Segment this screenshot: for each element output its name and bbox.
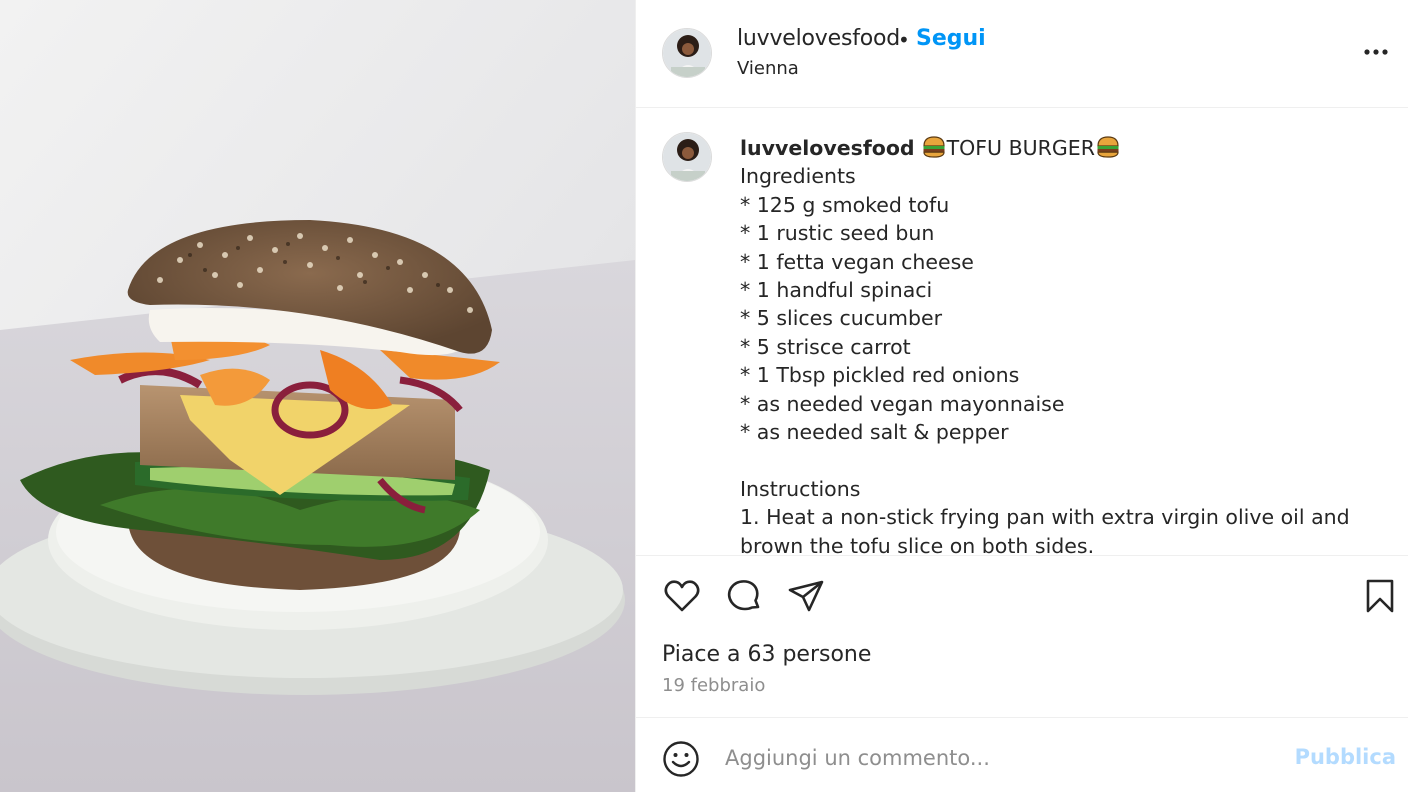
tofu-burger-photo	[0, 0, 635, 792]
caption-line: * 5 slices cucumber	[740, 306, 943, 331]
caption-line: Instructions	[740, 476, 861, 501]
follow-button[interactable]: Segui	[916, 26, 986, 51]
heart-icon[interactable]	[662, 576, 702, 616]
avatar-image	[663, 133, 711, 181]
caption-line: Ingredients	[740, 164, 856, 189]
caption-line: * 1 rustic seed bun	[740, 221, 935, 246]
caption-avatar[interactable]	[662, 132, 712, 182]
share-icon[interactable]	[786, 576, 826, 616]
burger-emoji-icon	[1096, 136, 1120, 158]
caption-line: * as needed salt & pepper	[740, 420, 1009, 445]
publish-button[interactable]: Pubblica	[1295, 745, 1396, 769]
avatar[interactable]	[662, 28, 712, 78]
caption-line: * 125 g smoked tofu	[740, 192, 950, 217]
post-header: luvvelovesfood • Segui Vienna	[636, 0, 1408, 108]
post-image[interactable]	[0, 0, 635, 792]
emoji-icon[interactable]	[662, 740, 700, 778]
post-date[interactable]: 19 febbraio	[662, 675, 765, 696]
caption-line: * 1 Tbsp pickled red onions	[740, 363, 1020, 388]
caption-line: * 1 fetta vegan cheese	[740, 249, 974, 274]
comment-box: Pubblica	[636, 718, 1408, 792]
caption-line: 1. Heat a non-stick frying pan with extr…	[740, 505, 1357, 555]
separator-dot: •	[898, 28, 910, 52]
post-location[interactable]: Vienna	[737, 58, 799, 79]
bookmark-icon[interactable]	[1360, 576, 1400, 616]
caption-title: TOFU BURGER	[946, 136, 1095, 160]
burger-emoji-icon	[922, 136, 946, 158]
caption-line: * as needed vegan mayonnaise	[740, 391, 1065, 416]
comment-icon[interactable]	[724, 576, 764, 616]
caption-text: luvvelovesfood TOFU BURGER Ingredients * …	[740, 134, 1380, 555]
post-actions: Piace a 63 persone 19 febbraio	[636, 555, 1408, 718]
post-author-username[interactable]: luvvelovesfood	[737, 26, 900, 51]
caption-section: luvvelovesfood TOFU BURGER Ingredients * …	[636, 108, 1408, 555]
caption-line: * 1 handful spinaci	[740, 278, 933, 303]
likes-count[interactable]: Piace a 63 persone	[662, 642, 871, 667]
caption-username[interactable]: luvvelovesfood	[740, 136, 915, 160]
comment-input[interactable]	[725, 740, 1285, 776]
more-options-icon[interactable]	[1358, 40, 1398, 64]
avatar-image	[663, 29, 711, 77]
caption-line: * 5 strisce carrot	[740, 334, 911, 359]
post-detail-panel: luvvelovesfood • Segui Vienna luvveloves…	[635, 0, 1408, 792]
